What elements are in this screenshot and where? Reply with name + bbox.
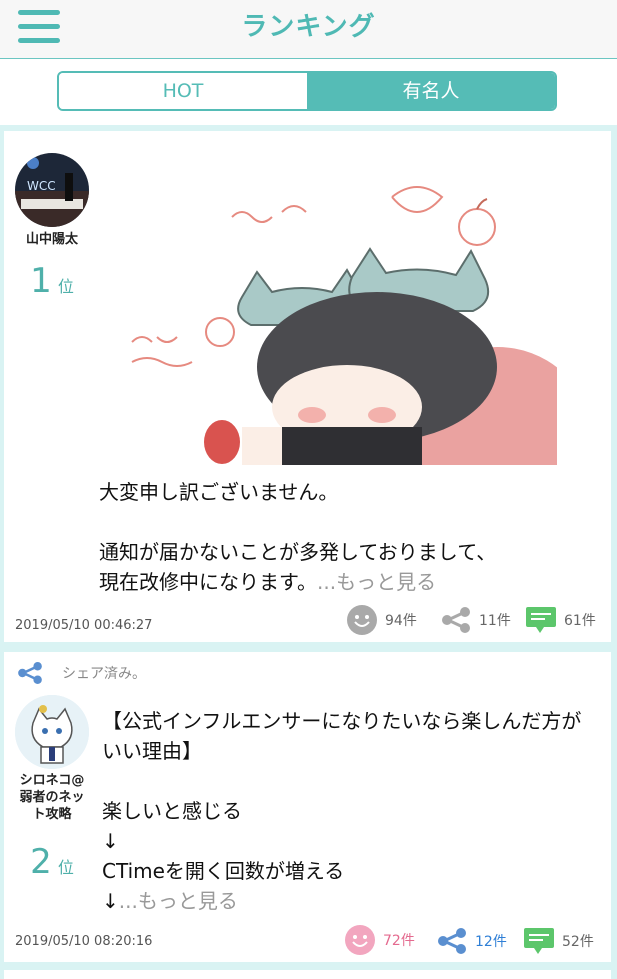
post-date: 2019/05/10 00:46:27	[15, 618, 153, 633]
share-icon[interactable]	[437, 928, 467, 954]
share-icon	[18, 662, 42, 684]
read-more-link[interactable]: ...もっと見る	[317, 570, 436, 594]
post-text: 大変申し訳ございません。 通知が届かないことが多発しておりまして、 現在改修中に…	[99, 480, 497, 594]
post-date: 2019/05/10 08:20:16	[15, 934, 153, 949]
comment-icon[interactable]	[526, 607, 556, 633]
user-name[interactable]: シロネコ@ 弱者のネッ ト攻略	[7, 772, 97, 823]
avatar[interactable]: WCC	[15, 153, 89, 227]
comment-count: 61件	[564, 613, 596, 629]
avatar[interactable]	[15, 695, 89, 769]
read-more-link[interactable]: ...もっと見る	[119, 889, 238, 913]
post-body[interactable]: 【公式インフルエンサーになりたいなら楽しんだ方がいい理由】 楽しいと感じる ↓ …	[102, 706, 597, 916]
share-icon[interactable]	[441, 607, 471, 633]
rank-unit: 位	[57, 858, 74, 877]
comment-stat[interactable]: 61件	[526, 607, 596, 633]
svg-text:WCC: WCC	[27, 179, 56, 193]
tab-hot[interactable]: HOT	[59, 73, 307, 109]
share-count: 12件	[475, 934, 507, 950]
share-stat[interactable]: 12件	[437, 928, 507, 954]
post-body[interactable]: 大変申し訳ございません。 通知が届かないことが多発しておりまして、 現在改修中に…	[99, 477, 589, 597]
tab-famous[interactable]: 有名人	[307, 73, 555, 109]
user-name[interactable]: 山中陽太	[7, 231, 97, 248]
share-stat[interactable]: 11件	[441, 607, 511, 633]
app-header: ランキング	[0, 0, 617, 59]
like-count: 72件	[383, 933, 415, 949]
tabs-bar: HOT 有名人	[0, 59, 617, 125]
segmented-control: HOT 有名人	[57, 71, 557, 111]
share-count: 11件	[479, 613, 511, 629]
ranking-card[interactable]: シェア済み。 シロネコ@ 弱者のネッ ト攻略 2位 【公式インフルエンサーになり…	[4, 652, 611, 962]
shared-label: シェア済み。	[62, 666, 146, 682]
rank-number: 2	[30, 842, 52, 882]
shared-indicator: シェア済み。	[16, 662, 146, 684]
rank-unit: 位	[57, 277, 74, 296]
like-stat[interactable]: 94件	[347, 605, 417, 635]
comment-count: 52件	[562, 934, 594, 950]
comment-stat[interactable]: 52件	[524, 928, 594, 954]
post-illustration[interactable]	[112, 157, 557, 465]
ranking-card	[4, 970, 611, 979]
smiley-icon[interactable]	[345, 925, 375, 955]
like-count: 94件	[385, 613, 417, 629]
like-stat[interactable]: 72件	[345, 925, 415, 955]
smiley-icon[interactable]	[347, 605, 377, 635]
comment-icon[interactable]	[524, 928, 554, 954]
ranking-card[interactable]: WCC 山中陽太 1位 大変申し訳ございません。 通知が届かないことが多発してお…	[4, 131, 611, 642]
rank-number: 1	[30, 261, 52, 301]
post-text: 【公式インフルエンサーになりたいなら楽しんだ方がいい理由】 楽しいと感じる ↓ …	[102, 709, 582, 913]
rank-label: 1位	[7, 261, 97, 301]
rank-label: 2位	[7, 842, 97, 882]
page-title: ランキング	[241, 12, 376, 42]
